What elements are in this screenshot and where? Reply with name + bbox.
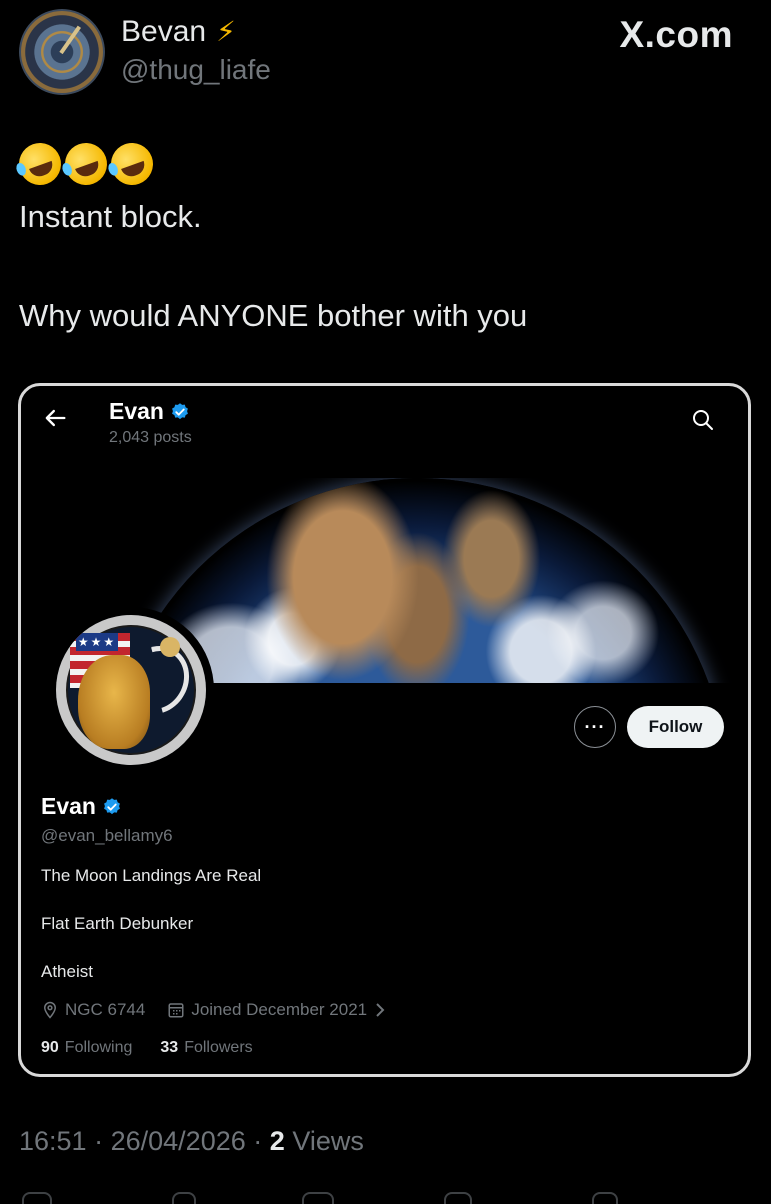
reply-icon[interactable] xyxy=(22,1192,52,1204)
profile-header-name: Evan xyxy=(109,398,164,424)
rolling-on-floor-laughing-emoji xyxy=(105,137,159,191)
retweet-icon[interactable] xyxy=(172,1192,196,1204)
action-bar xyxy=(0,1186,771,1204)
tweet-time: 16:51 xyxy=(19,1126,87,1156)
location-text: NGC 6744 xyxy=(65,1000,146,1019)
lightning-bolt-icon: ⚡ xyxy=(216,16,236,47)
bio-line-1: The Moon Landings Are Real xyxy=(41,866,262,885)
bio-line-2: Flat Earth Debunker xyxy=(41,914,194,933)
tweet-text-line-2: Why would ANYONE bother with you xyxy=(19,298,528,333)
profile-meta: NGC 6744 Joined December 2021 xyxy=(41,1000,387,1020)
site-watermark: X.com xyxy=(619,14,733,55)
rolling-on-floor-laughing-emoji xyxy=(13,137,67,191)
followers-count: 33 xyxy=(160,1039,179,1056)
follow-button: Follow xyxy=(627,706,724,748)
post-count: 2,043 posts xyxy=(109,429,192,446)
location-pin-icon xyxy=(43,1001,57,1019)
bookmark-icon[interactable] xyxy=(444,1192,472,1204)
follow-stats: 90 Following 33 Followers xyxy=(41,1039,253,1057)
mission-patch-image: ★★★ xyxy=(56,615,206,765)
author-display-name[interactable]: Bevan ⚡ xyxy=(121,15,236,49)
rolling-on-floor-laughing-emoji xyxy=(59,137,113,191)
tweet-text-line-1: Instant block. xyxy=(19,199,202,234)
chevron-right-icon xyxy=(376,1003,385,1017)
attached-image[interactable]: Evan 2,043 posts ★★★ ··· Follow Evan @ev… xyxy=(18,383,751,1077)
profile-header-title: Evan xyxy=(109,398,190,425)
author-handle[interactable]: @thug_liafe xyxy=(121,54,271,86)
joined-text: Joined December 2021 xyxy=(191,1000,368,1019)
bio-line-3: Atheist xyxy=(41,962,93,981)
tweet-date: 26/04/2026 xyxy=(110,1126,246,1156)
profile-handle: @evan_bellamy6 xyxy=(41,826,173,845)
more-options-button: ··· xyxy=(574,706,616,748)
views-count: 2 xyxy=(269,1126,285,1156)
verified-badge-icon xyxy=(172,402,188,419)
like-icon[interactable] xyxy=(302,1192,334,1204)
profile-screenshot: Evan 2,043 posts ★★★ ··· Follow Evan @ev… xyxy=(21,386,748,1074)
profile-avatar: ★★★ xyxy=(48,607,214,773)
verified-badge-icon xyxy=(104,797,120,814)
calendar-icon xyxy=(168,1003,184,1018)
tweet-timestamp[interactable]: 16:51 · 26/04/2026 · 2 Views xyxy=(19,1126,364,1157)
back-arrow-icon xyxy=(45,409,66,427)
search-icon xyxy=(693,410,713,430)
views-label: Views xyxy=(292,1126,364,1156)
followers-label: Followers xyxy=(184,1039,253,1056)
following-label: Following xyxy=(64,1039,133,1056)
profile-name-text: Evan xyxy=(41,793,96,819)
author-avatar[interactable] xyxy=(19,9,105,95)
emoji-row xyxy=(13,137,159,191)
profile-name: Evan xyxy=(41,793,122,820)
following-count: 90 xyxy=(41,1039,59,1056)
share-icon[interactable] xyxy=(592,1192,618,1204)
author-name-text: Bevan xyxy=(121,15,207,48)
